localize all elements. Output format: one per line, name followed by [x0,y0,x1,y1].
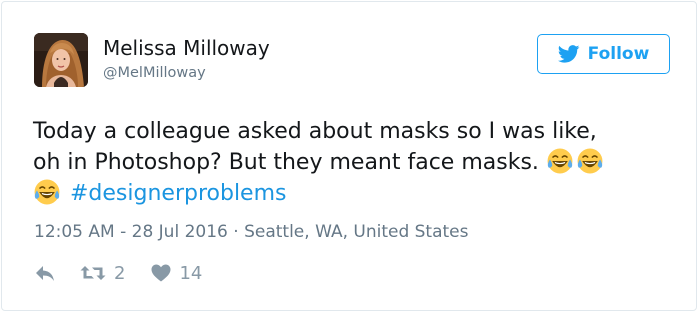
tweet-location[interactable]: Seattle, WA, United States [244,222,468,242]
hashtag-link[interactable]: #designerproblems [70,181,287,206]
follow-button[interactable]: Follow [537,34,670,74]
face-with-tears-of-joy-icon [577,148,603,174]
heart-icon [151,264,171,282]
reply-icon [36,266,54,281]
tweet-line-1: Today a colleague asked about masks so I… [33,119,597,144]
face-with-tears-of-joy-icon [34,179,60,205]
tweet-card: Melissa Milloway @MelMilloway Follow Tod… [1,1,697,311]
tweet-text: Today a colleague asked about masks so I… [33,116,683,209]
author-name[interactable]: Melissa Milloway [103,36,270,60]
author-handle[interactable]: @MelMilloway [103,64,206,82]
like-count: 14 [179,262,203,284]
avatar[interactable] [34,33,88,87]
avatar-photo [34,33,88,87]
tweet-line-2: oh in Photoshop? But they meant face mas… [33,150,539,175]
follow-label: Follow [587,44,650,64]
reply-button[interactable] [34,264,56,282]
retweet-count: 2 [114,262,126,284]
tweet-line-3: #designerproblems [33,178,683,209]
meta-separator: · [233,222,239,242]
like-button[interactable]: 14 [151,263,202,284]
retweet-icon [80,266,106,280]
tweet-line-2-wrap: oh in Photoshop? But they meant face mas… [33,147,683,178]
retweet-button[interactable]: 2 [80,263,125,284]
tweet-meta: 12:05 AM - 28 Jul 2016 · Seattle, WA, Un… [34,221,469,243]
tweet-actions: 2 14 [34,261,202,285]
twitter-bird-icon [557,45,580,63]
tweet-timestamp[interactable]: 12:05 AM - 28 Jul 2016 [34,222,228,242]
face-with-tears-of-joy-icon [547,148,573,174]
